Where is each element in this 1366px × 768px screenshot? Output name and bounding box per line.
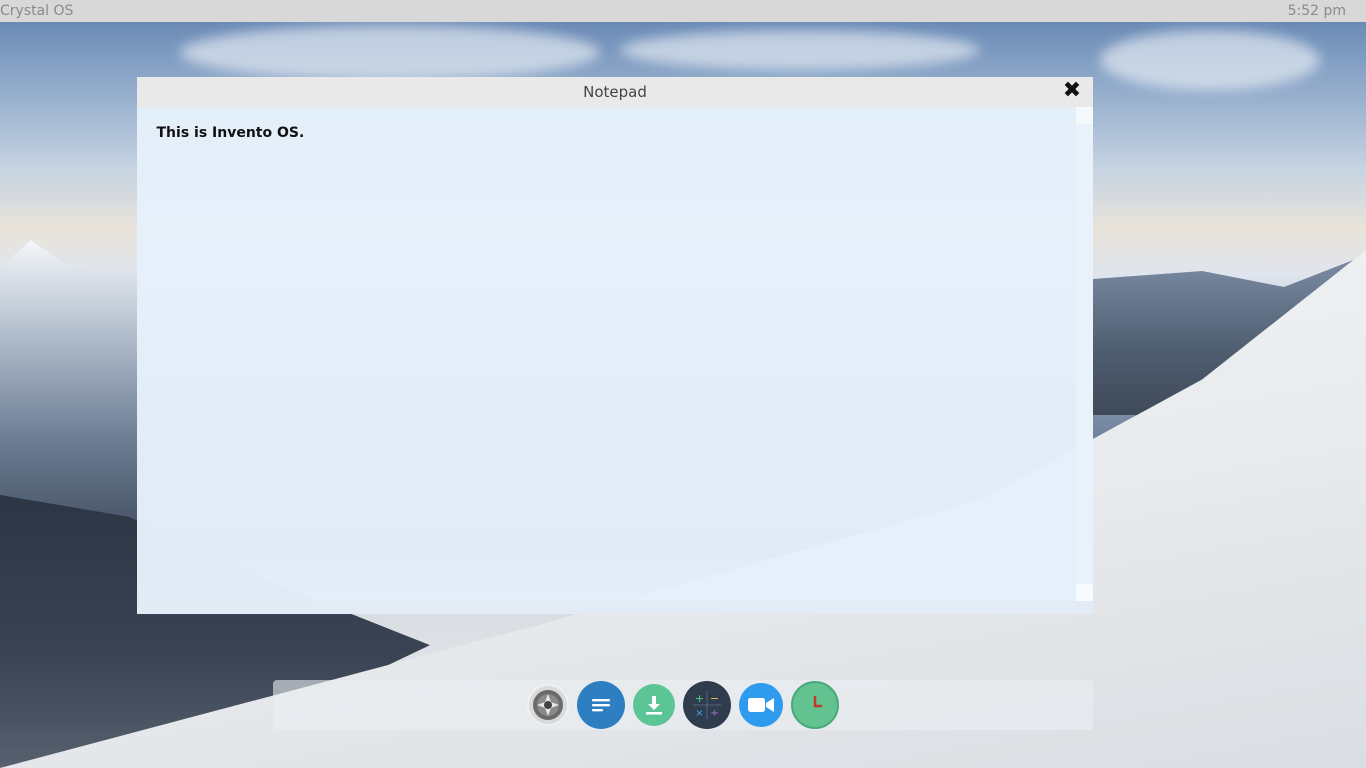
sky-cloud: [180, 25, 600, 80]
svg-text:−: −: [710, 692, 719, 705]
video-dock-button[interactable]: [739, 683, 783, 727]
scrollbar-track[interactable]: [1076, 124, 1093, 584]
sky-cloud: [620, 30, 980, 70]
app-dock: + − × ÷: [273, 680, 1093, 730]
window-bottom-edge: [137, 601, 1093, 614]
close-icon[interactable]: ✖: [1061, 80, 1083, 102]
video-camera-icon: [748, 698, 774, 712]
os-name: Crystal OS: [0, 3, 74, 19]
svg-text:÷: ÷: [710, 708, 718, 719]
top-bar: Crystal OS 5:52 pm: [0, 0, 1366, 22]
calculator-dock-button[interactable]: + − × ÷: [683, 681, 731, 729]
download-icon: [646, 696, 662, 715]
notepad-text-area[interactable]: This is Invento OS.: [137, 107, 1076, 601]
clock-dock-button[interactable]: [791, 681, 839, 729]
notepad-dock-button[interactable]: [577, 681, 625, 729]
mountain-left: [0, 240, 140, 520]
vertical-scrollbar[interactable]: [1076, 107, 1093, 601]
notes-icon: [592, 699, 610, 712]
clock-icon: [813, 695, 823, 708]
sky-cloud: [1100, 30, 1320, 90]
clock-time: 5:52 pm: [1287, 3, 1346, 19]
notepad-content: This is Invento OS.: [156, 125, 305, 141]
window-title: Notepad: [583, 83, 647, 101]
gear-icon: [533, 690, 563, 720]
calculator-icon: + − × ÷: [693, 691, 721, 719]
settings-dock-button[interactable]: [527, 684, 569, 726]
notepad-window: Notepad ✖ This is Invento OS.: [137, 77, 1093, 614]
window-titlebar[interactable]: Notepad ✖: [137, 77, 1093, 107]
svg-text:+: +: [695, 692, 704, 705]
downloads-dock-button[interactable]: [633, 684, 675, 726]
svg-text:×: ×: [695, 708, 703, 719]
